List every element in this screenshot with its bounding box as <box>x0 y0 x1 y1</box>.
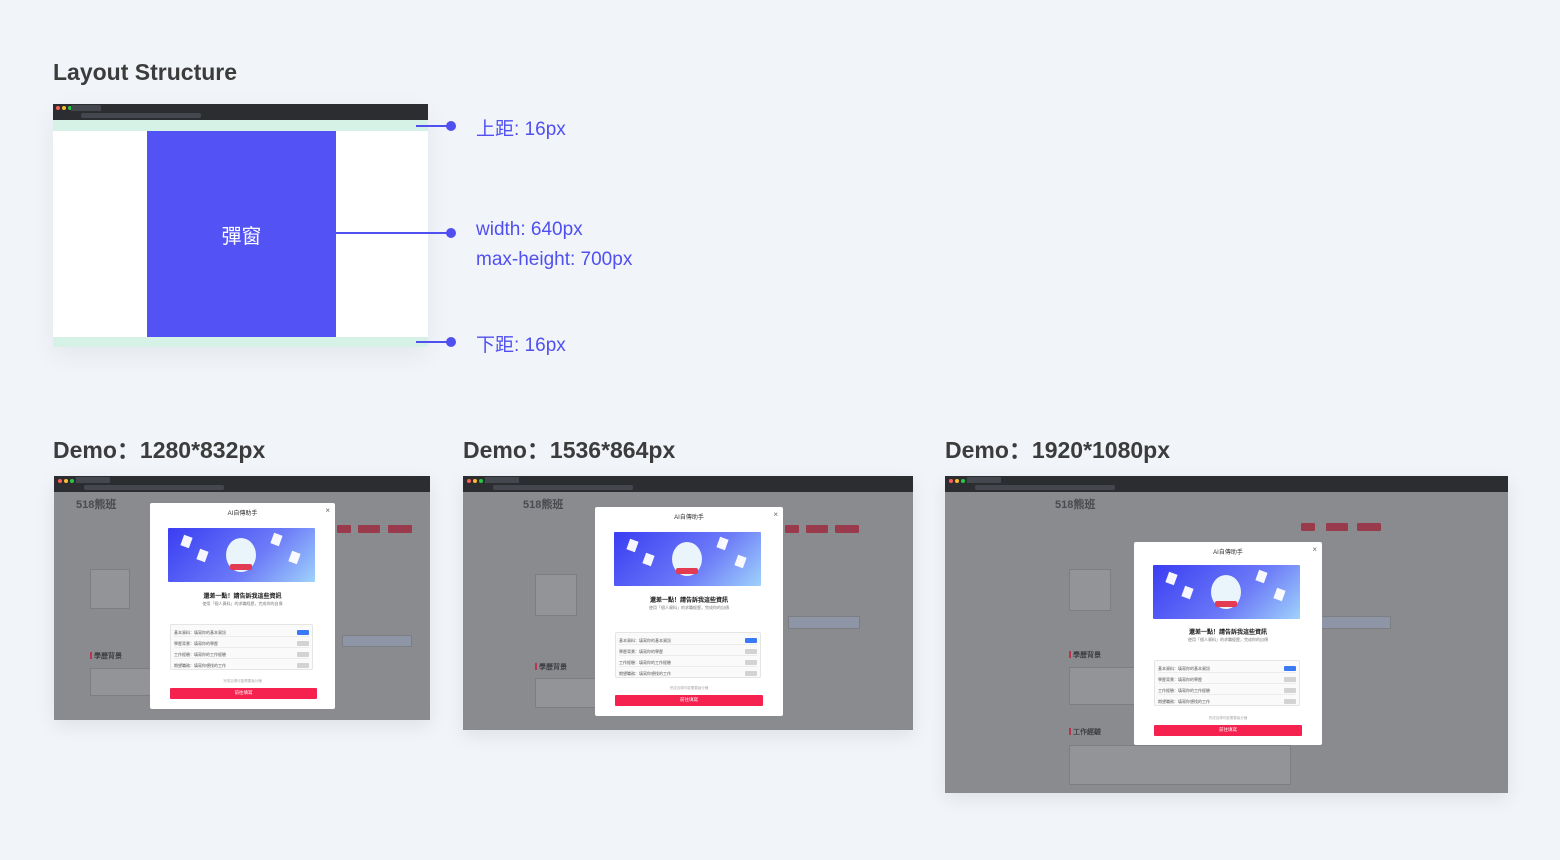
max-height-annotation: max-height: 700px <box>476 249 633 270</box>
close-icon[interactable]: × <box>1312 545 1317 554</box>
close-icon[interactable]: × <box>773 510 778 519</box>
hero-illustration <box>614 532 761 586</box>
modal-heading: 還差一點！請告訴我這些資訊 <box>1188 630 1267 636</box>
demo-1536-screenshot: 518熊班 學歷背景 AI自傳助手 × 還差一點！請告訴我這些資訊 使用「個人資… <box>463 476 913 730</box>
requirement-list: 基本資料：填寫你的基本資訊 學歷背景：填寫你的學歷 工作經驗：填寫你的工作經驗 … <box>615 632 761 678</box>
modal-footnote: 完成自傳可能需要幾分鐘 <box>669 686 709 690</box>
avatar-placeholder <box>1069 569 1111 611</box>
list-item: 學歷背景：填寫你的學歷 <box>174 641 218 646</box>
site-logo: 518熊班 <box>76 499 117 511</box>
demo-1920-screenshot: 518熊班 學歷背景 工作經驗 AI自傳助手 × 還差一點！請告訴我這些資訊 使… <box>945 476 1508 793</box>
demo-modal: AI自傳助手 × 還差一點！請告訴我這些資訊 使用「個人資料」的求職經歷，完成你… <box>595 507 783 716</box>
width-annotation: width: 640px <box>476 219 583 240</box>
fill-in-button[interactable]: 前往填寫 <box>170 688 317 699</box>
top-margin-annotation: 上距: 16px <box>476 119 566 140</box>
modal-description: 使用「個人資料」的求職經歷，完成你的自傳 <box>202 601 283 606</box>
bottom-margin-dot <box>446 337 456 347</box>
modal-footnote: 完成自傳可能需要幾分鐘 <box>1208 716 1248 720</box>
section-education: 學歷背景 <box>1069 650 1101 660</box>
list-item: 期望職務：填寫你想找的工作 <box>174 663 226 668</box>
list-item: 工作經驗：填寫你的工作經驗 <box>1158 688 1210 693</box>
list-item: 基本資料：填寫你的基本資訊 <box>174 630 226 635</box>
list-item: 期望職務：填寫你想找的工作 <box>619 671 671 676</box>
modal-heading: 還差一點！請告訴我這些資訊 <box>649 598 728 604</box>
layout-structure-title: Layout Structure <box>53 59 238 85</box>
top-margin-dot <box>446 121 456 131</box>
modal-block: 彈窗 <box>147 131 336 337</box>
list-item: 學歷背景：填寫你的學歷 <box>619 649 663 654</box>
bottom-margin-annotation: 下距: 16px <box>476 335 566 356</box>
avatar-placeholder <box>90 569 130 609</box>
demo-1280-screenshot: 518熊班 學歷背景 AI自傳助手 × 還差一點！請告訴我這些資訊 使用「個人資… <box>54 476 430 720</box>
site-logo: 518熊班 <box>1055 499 1096 511</box>
section-education: 學歷背景 <box>90 651 122 661</box>
fill-in-button[interactable]: 前往填寫 <box>1154 725 1302 736</box>
list-item: 工作經驗：填寫你的工作經驗 <box>619 660 671 665</box>
top-margin-band <box>53 120 428 131</box>
modal-title: AI自傳助手 <box>1213 550 1243 556</box>
hero-illustration <box>168 528 315 582</box>
modal-description: 使用「個人資料」的求職經歷，完成你的自傳 <box>649 605 729 610</box>
modal-title: AI自傳助手 <box>227 511 258 517</box>
list-item: 基本資料：填寫你的基本資訊 <box>1158 666 1210 671</box>
hero-illustration <box>1153 565 1300 619</box>
requirement-list: 基本資料：填寫你的基本資訊 學歷背景：填寫你的學歷 工作經驗：填寫你的工作經驗 … <box>170 624 313 670</box>
section-education: 學歷背景 <box>535 662 567 672</box>
close-icon[interactable]: × <box>325 506 330 515</box>
fill-in-button[interactable]: 前往填寫 <box>615 695 763 706</box>
requirement-list: 基本資料：填寫你的基本資訊 學歷背景：填寫你的學歷 工作經驗：填寫你的工作經驗 … <box>1154 660 1300 706</box>
demo-modal: AI自傳助手 × 還差一點！請告訴我這些資訊 使用「個人資料」的求職經歷，完成你… <box>150 503 335 709</box>
demo-1280-title: Demo：1280*832px <box>53 437 266 463</box>
site-logo: 518熊班 <box>523 499 564 511</box>
modal-description: 使用「個人資料」的求職經歷，完成你的自傳 <box>1188 637 1268 642</box>
list-item: 學歷背景：填寫你的學歷 <box>1158 677 1202 682</box>
demo-1536-title: Demo：1536*864px <box>463 437 676 463</box>
demo-modal: AI自傳助手 × 還差一點！請告訴我這些資訊 使用「個人資料」的求職經歷，完成你… <box>1134 542 1322 745</box>
section-work: 工作經驗 <box>1069 727 1101 737</box>
modal-label: 彈窗 <box>221 225 262 248</box>
modal-heading: 還差一點！請告訴我這些資訊 <box>203 594 282 600</box>
layout-diagram-frame: 彈窗 <box>53 104 428 347</box>
list-item: 基本資料：填寫你的基本資訊 <box>619 638 671 643</box>
demo-1920-title: Demo：1920*1080px <box>945 437 1171 463</box>
browser-chrome <box>53 104 428 120</box>
modal-title: AI自傳助手 <box>674 515 704 521</box>
modal-footnote: 完成自傳可能需要幾分鐘 <box>223 679 262 683</box>
width-dot <box>446 228 456 238</box>
list-item: 工作經驗：填寫你的工作經驗 <box>174 652 226 657</box>
avatar-placeholder <box>535 574 577 616</box>
list-item: 期望職務：填寫你想找的工作 <box>1158 699 1210 704</box>
bottom-margin-band <box>53 337 428 347</box>
width-connector <box>336 232 452 234</box>
